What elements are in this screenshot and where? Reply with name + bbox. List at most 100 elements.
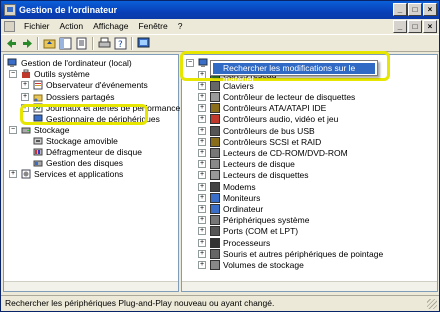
- device-category-label: Contrôleurs de bus USB: [223, 125, 315, 136]
- show-hide-tree-icon[interactable]: [59, 37, 72, 50]
- resize-grip[interactable]: [427, 299, 437, 309]
- device-category-icon: [210, 181, 220, 192]
- device-category-label: Lecteurs de disquettes: [223, 170, 309, 181]
- device-category-icon: [210, 147, 220, 158]
- menu-window[interactable]: Fenêtre: [133, 19, 172, 34]
- expand-toggle[interactable]: +: [198, 227, 206, 236]
- device-category-label: Ports (COM et LPT): [223, 226, 299, 237]
- device-list-pane[interactable]: − PC +Cartes réseau+Claviers+Contrôleur …: [181, 54, 438, 292]
- window-title: Gestion de l'ordinateur: [19, 5, 118, 15]
- device-category-icon: [210, 259, 220, 270]
- computer-management-icon: [7, 58, 17, 67]
- toolbox-icon: [22, 69, 30, 78]
- device-category-label: Contrôleurs SCSI et RAID: [223, 136, 322, 147]
- expand-toggle[interactable]: +: [198, 81, 206, 90]
- menu-bar: Fichier Action Affichage Fenêtre ? _ □ ×: [1, 19, 439, 34]
- expand-toggle[interactable]: +: [198, 216, 206, 225]
- collapse-toggle[interactable]: −: [9, 70, 17, 78]
- status-text: Rechercher les périphériques Plug-and-Pl…: [5, 298, 275, 308]
- device-category-icon: [210, 91, 220, 102]
- computer-management-window: Gestion de l'ordinateur _ □ × Fichier Ac…: [0, 0, 440, 312]
- device-category-label: Contrôleur de lecteur de disquettes: [223, 91, 356, 102]
- device-manager-highlight: [20, 104, 148, 125]
- event-viewer-icon: [33, 80, 43, 90]
- expand-toggle[interactable]: +: [198, 92, 206, 101]
- expand-toggle[interactable]: +: [198, 238, 206, 247]
- svg-text:?: ?: [118, 40, 123, 50]
- device-category-icon: [210, 215, 220, 226]
- expand-toggle[interactable]: +: [198, 249, 206, 258]
- expand-toggle[interactable]: +: [198, 104, 206, 113]
- expand-toggle[interactable]: +: [198, 171, 206, 180]
- forward-arrow-icon[interactable]: [21, 37, 34, 50]
- expand-toggle[interactable]: +: [198, 126, 206, 135]
- device-category-label: Périphériques système: [223, 215, 310, 226]
- up-folder-icon[interactable]: [43, 37, 56, 50]
- device-category-label: Processeurs: [223, 237, 271, 248]
- toolbar-separator: [92, 37, 94, 50]
- doc-minimize-button[interactable]: _: [393, 20, 407, 33]
- shared-folder-icon: [33, 94, 43, 102]
- console-tree-pane[interactable]: Gestion de l'ordinateur (local) − Outils…: [3, 54, 180, 292]
- expand-toggle[interactable]: +: [198, 115, 206, 124]
- help-icon[interactable]: ?: [114, 37, 127, 50]
- storage-icon: [21, 127, 31, 134]
- removable-storage-icon: [33, 137, 43, 145]
- collapse-toggle[interactable]: −: [9, 126, 17, 134]
- scan-for-hardware-changes-item[interactable]: Rechercher les modifications sur le maté…: [213, 63, 375, 84]
- disk-management-icon: [33, 160, 43, 167]
- print-icon[interactable]: [98, 37, 111, 50]
- device-category-label: Moniteurs: [223, 192, 261, 203]
- device-category-icon: [210, 80, 220, 91]
- expand-toggle[interactable]: +: [198, 204, 206, 213]
- doc-close-button[interactable]: ×: [423, 20, 437, 33]
- expand-toggle[interactable]: +: [198, 193, 206, 202]
- device-category-icon: [210, 192, 220, 203]
- tree-label-event-viewer: Observateur d'événements: [46, 80, 148, 90]
- device-category-icon: [210, 237, 220, 248]
- device-category-label: Ordinateur: [223, 203, 264, 214]
- menu-view[interactable]: Affichage: [88, 19, 133, 34]
- doc-restore-button[interactable]: □: [408, 20, 422, 33]
- computer-management-icon: [4, 4, 16, 16]
- device-category-icon: [210, 103, 220, 114]
- services-apps-icon: [21, 169, 31, 179]
- device-category-label: Lecteurs de disque: [223, 159, 295, 170]
- menu-help[interactable]: ?: [173, 19, 188, 34]
- device-category-icon: [210, 226, 220, 237]
- menu-file[interactable]: Fichier: [19, 19, 55, 34]
- expand-toggle[interactable]: +: [198, 148, 206, 157]
- device-category-icon: [210, 125, 220, 136]
- expand-toggle[interactable]: +: [198, 182, 206, 191]
- document-menu-icon[interactable]: [4, 21, 15, 32]
- expand-toggle[interactable]: +: [198, 160, 206, 169]
- toolbar-separator: [37, 37, 39, 50]
- context-menu: Rechercher les modifications sur le maté…: [210, 60, 378, 84]
- scan-hardware-icon[interactable]: [137, 37, 150, 50]
- status-bar: Rechercher les périphériques Plug-and-Pl…: [1, 295, 439, 311]
- maximize-button[interactable]: □: [408, 3, 422, 16]
- right-pane-scrollbar[interactable]: [182, 281, 437, 291]
- expand-toggle[interactable]: +: [21, 93, 29, 101]
- device-category-icon: [210, 248, 220, 259]
- device-category-label: Contrôleurs ATA/ATAPI IDE: [223, 103, 327, 114]
- minimize-button[interactable]: _: [393, 3, 407, 16]
- device-category-icon: [210, 159, 220, 170]
- toolbar-separator: [131, 37, 133, 50]
- device-category-label: Souris et autres périphériques de pointa…: [223, 248, 384, 259]
- expand-toggle[interactable]: +: [198, 137, 206, 146]
- title-bar: Gestion de l'ordinateur _ □ ×: [1, 1, 439, 19]
- properties-icon[interactable]: [75, 37, 88, 50]
- expand-toggle[interactable]: +: [21, 81, 29, 89]
- expand-toggle[interactable]: +: [9, 170, 17, 178]
- device-category-label: Volumes de stockage: [223, 259, 304, 270]
- device-category-label: Lecteurs de CD-ROM/DVD-ROM: [223, 147, 348, 158]
- menu-action[interactable]: Action: [55, 19, 89, 34]
- disk-defragmenter-icon: [33, 148, 43, 156]
- left-pane-scrollbar[interactable]: [4, 281, 178, 291]
- back-arrow-icon[interactable]: [5, 37, 18, 50]
- toolbar: ?: [1, 34, 439, 52]
- device-category-icon: [210, 136, 220, 147]
- close-button[interactable]: ×: [423, 3, 437, 16]
- expand-toggle[interactable]: +: [198, 260, 206, 269]
